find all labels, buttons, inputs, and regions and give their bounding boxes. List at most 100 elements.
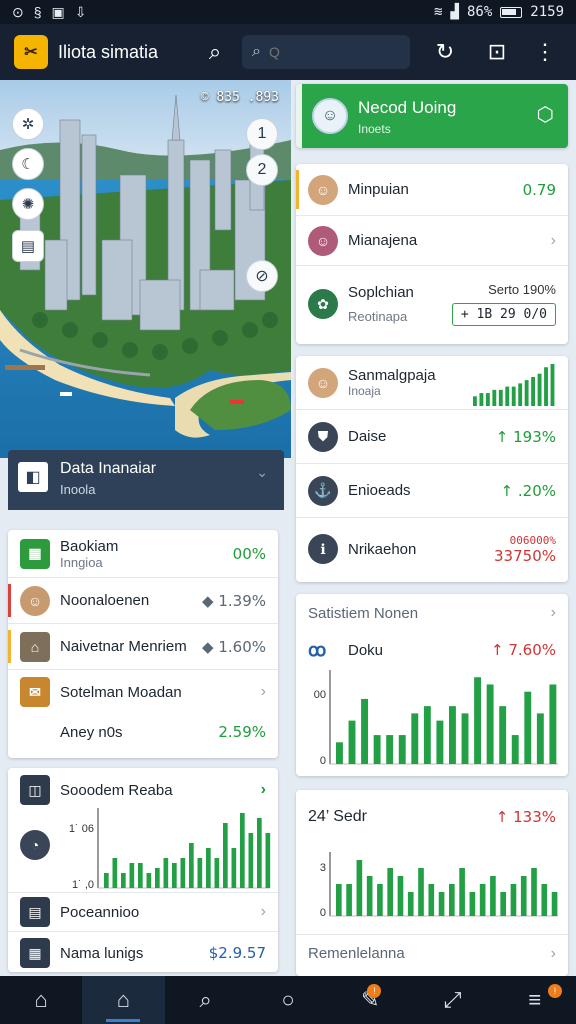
list-item[interactable]: ✿ Soplchian Reotinapa Serto 190% + 1B 29… <box>296 266 568 342</box>
chevron-right-icon[interactable]: › <box>261 683 266 701</box>
sparkline-bar <box>511 386 516 406</box>
home-icon[interactable]: ⌂ <box>0 976 82 1024</box>
chevron-right-icon[interactable]: › <box>551 945 556 963</box>
chart-bar <box>407 892 414 916</box>
list-item-label: Nama lunigs <box>60 944 144 962</box>
refresh-icon[interactable]: ↻ <box>428 35 462 69</box>
sparkline-bar <box>473 395 477 406</box>
list-item[interactable]: ▦ Baokiam Inngioa 00% <box>8 530 278 578</box>
header-card[interactable]: ☺ Necod Uoing Inoets ⬡ <box>296 84 568 148</box>
chart-bar <box>397 876 404 916</box>
brand-icon: ꝏ <box>308 639 327 660</box>
settings-icon[interactable]: ✺ <box>12 188 44 220</box>
chart-card-header[interactable]: 24’ Sedr ↑ 133% <box>296 790 568 844</box>
nav-chat-icon[interactable]: ✎! <box>329 976 411 1024</box>
search-icon[interactable]: ⌕ <box>198 35 232 69</box>
chart-bar <box>180 858 186 888</box>
city-map[interactable]: © 835 .893 ✲ ☾ ✺ ▤ 1 2 ⊘ <box>0 80 291 458</box>
chevron-right-icon[interactable]: › <box>551 232 556 250</box>
compass-icon[interactable]: ✲ <box>12 108 44 140</box>
chevron-right-icon[interactable]: › <box>551 604 556 622</box>
tag-icon[interactable]: ⬡ <box>537 102 554 127</box>
chevron-right-icon[interactable]: › <box>261 781 266 799</box>
list-item[interactable]: ✉ Sotelman Moadan › Aney n0s 2.59% <box>8 670 278 758</box>
right-chart-card-2: 24’ Sedr ↑ 133% 30 Remenlelanna › <box>296 790 568 976</box>
app-logo[interactable]: ✂ <box>14 35 48 69</box>
list-item-label: Mianajena <box>348 232 418 249</box>
accent-bar <box>8 584 11 617</box>
list-item[interactable]: ▦ Nama lunigs $2.9.57 <box>8 934 278 972</box>
chart-bar <box>129 863 135 888</box>
map-marker-2[interactable]: 2 <box>246 154 278 186</box>
chart-bar <box>499 706 507 764</box>
chart-bar <box>511 735 519 764</box>
list-item[interactable]: ꝏ Doku ↑ 7.60% <box>296 632 568 668</box>
list-item[interactable]: ☺ Mianajena › <box>296 216 568 266</box>
search-glyph-icon: ⌕ <box>252 43 261 60</box>
y-tick-label: 3 <box>320 862 326 874</box>
chart-bar <box>520 876 527 916</box>
battery-percent: 86% <box>466 4 493 20</box>
sync-circle-icon: ◔ <box>20 830 50 860</box>
menu-badge: ! <box>547 984 562 998</box>
search-field[interactable]: ⌕ <box>242 35 410 69</box>
nav-menu-icon[interactable]: ≡! <box>494 976 576 1024</box>
chart-card-header[interactable]: Satistiem Nonen › <box>296 594 568 632</box>
chart-bar <box>536 713 544 764</box>
map-lock-icon[interactable]: ⊘ <box>246 260 278 292</box>
chart-bar <box>377 884 383 916</box>
value-chip[interactable]: + 1B 29 0/0 <box>451 303 556 326</box>
data-panel-header[interactable]: ◧ Data Inanaiar Inoola ⌄ <box>8 450 284 510</box>
chart-bar <box>549 684 557 764</box>
nav-home-outline-icon[interactable]: ⌂ <box>82 976 165 1024</box>
list-item[interactable]: ☺ Minpuian 0.79 <box>296 164 568 216</box>
layers-icon[interactable]: ▤ <box>12 230 44 262</box>
chevron-down-icon[interactable]: ⌄ <box>256 464 268 481</box>
list-item[interactable]: ▤ Poceannioo › <box>8 892 278 932</box>
chart-bar <box>336 742 343 764</box>
locate-icon[interactable]: ☾ <box>12 148 44 180</box>
download-icon: ⇩ <box>74 3 87 20</box>
header-card-subtitle: Inoets <box>358 122 391 136</box>
nav-search-icon[interactable]: ⌕ <box>165 976 247 1024</box>
list-item-value: ↑ 193% <box>495 427 556 446</box>
chart-bar <box>469 892 476 916</box>
nav-expand-icon[interactable]: ⤢ <box>411 976 493 1024</box>
chart-bar <box>510 884 517 916</box>
list-item-label: Enioeads <box>348 482 411 499</box>
chart-card-value: ↑ 133% <box>495 808 556 826</box>
list-item[interactable]: ⛊ Daise ↑ 193% <box>296 410 568 464</box>
chart-bar <box>411 713 419 764</box>
sparkline-bar <box>537 373 542 406</box>
list-item-label: Sotelman Moadan <box>60 683 182 701</box>
list-item[interactable]: ☺ Sanmalgpaja Inoaja <box>296 356 568 410</box>
search-input[interactable] <box>268 44 389 60</box>
list-item[interactable]: ℹ Nrikaehon 006000% 33750% <box>296 518 568 580</box>
list-item[interactable]: ⚓ Enioeads ↑ .20% <box>296 464 568 518</box>
map-marker-1[interactable]: 1 <box>246 118 278 150</box>
list-item[interactable]: ☺ Noonaloenen ◆ 1.39% <box>8 578 278 624</box>
left-list-card: ▦ Baokiam Inngioa 00% ☺ Noonaloenen ◆ 1.… <box>8 530 278 758</box>
list-item-value: 0.79 <box>522 180 556 199</box>
panel-subtitle: Inoola <box>60 482 96 497</box>
list-item-label: Poceannioo <box>60 903 140 921</box>
chart-bar <box>257 818 262 888</box>
chat-badge: ! <box>367 984 382 998</box>
list-item-label: Sanmalgpaja <box>348 367 436 384</box>
chart-bar <box>461 713 469 764</box>
nav-circle-icon[interactable]: ○ <box>247 976 329 1024</box>
list-item[interactable]: Remenlelanna › <box>296 934 568 972</box>
chart-bar <box>490 876 496 916</box>
chart-bar <box>240 813 245 888</box>
chart-bar <box>223 823 228 888</box>
notification-icon[interactable]: ⊡ <box>480 35 514 69</box>
list-item-label: Baokiam <box>60 537 119 555</box>
chevron-right-icon[interactable]: › <box>261 903 266 921</box>
gallery-icon: ▣ <box>51 3 65 20</box>
more-options-icon[interactable]: ⋮ <box>528 35 562 69</box>
list-item-sub: Reotinapa <box>348 309 408 324</box>
list-item[interactable]: ⌂ Naivetnar Menriem ◆ 1.60% <box>8 624 278 670</box>
sparkline-chart <box>473 363 555 406</box>
right-chart-card-1: Satistiem Nonen › ꝏ Doku ↑ 7.60% 00 0 <box>296 594 568 776</box>
right-list-card: ☺ Minpuian 0.79 ☺ Mianajena › ✿ Soplchia… <box>296 164 568 344</box>
